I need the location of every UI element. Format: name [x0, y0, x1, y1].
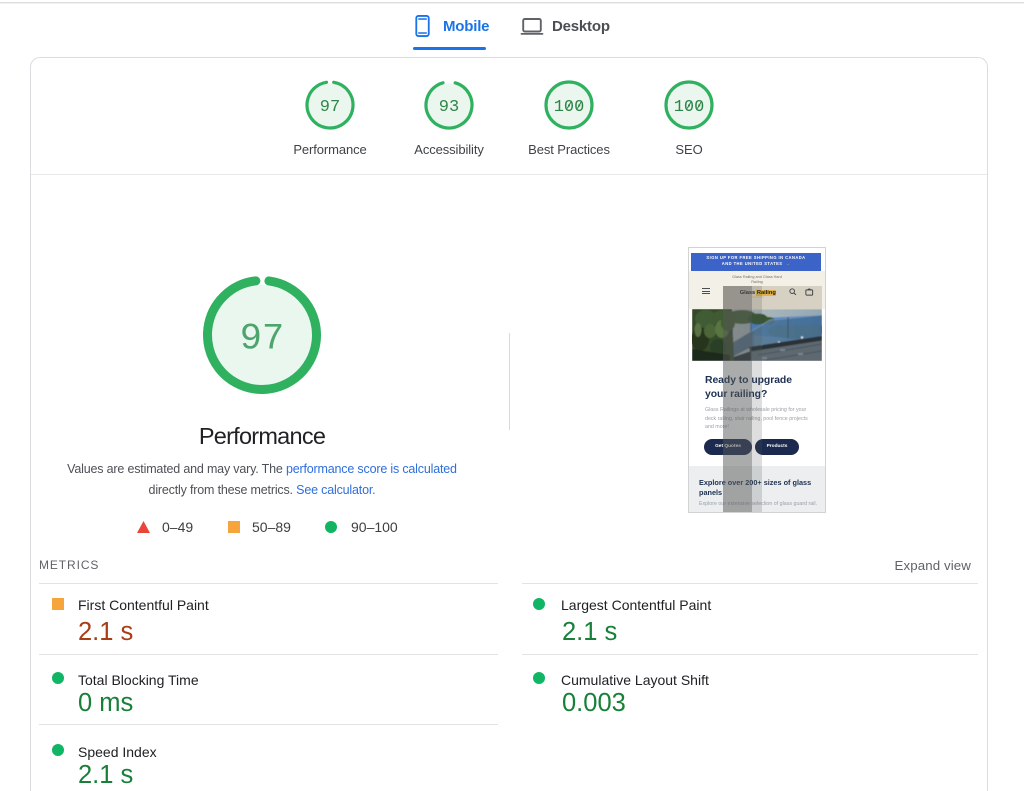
svg-text:97: 97 — [240, 319, 284, 361]
svg-text:93: 93 — [439, 98, 459, 117]
svg-text:97: 97 — [320, 98, 340, 117]
svg-text:100: 100 — [674, 98, 705, 117]
svg-text:100: 100 — [554, 98, 585, 117]
